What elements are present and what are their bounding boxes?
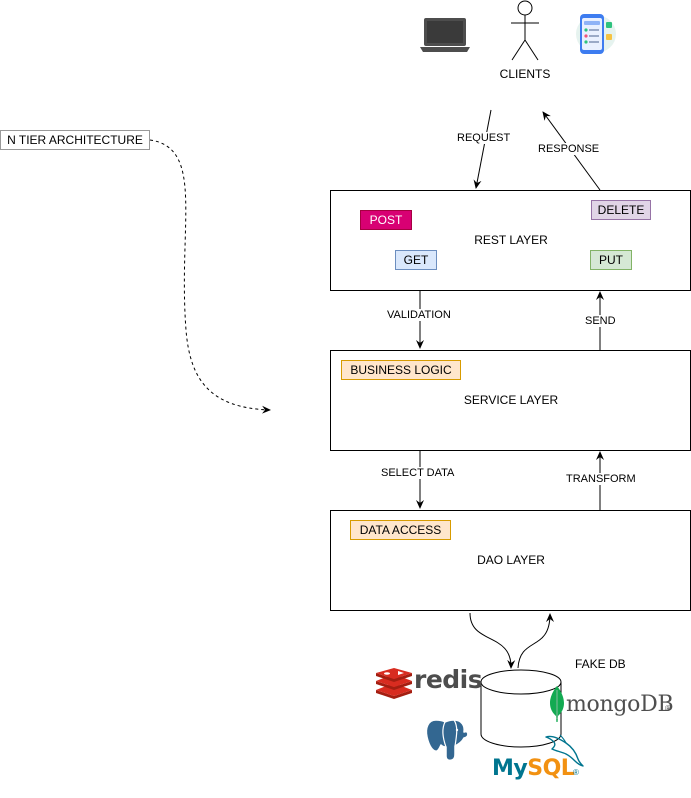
fake-db-label: FAKE DB (575, 657, 626, 671)
get-tag: GET (395, 250, 437, 270)
validation-label: VALIDATION (387, 309, 451, 321)
dao-to-db-arrow (469, 612, 516, 669)
mongodb-leaf-icon (550, 686, 564, 722)
clients-label: CLIENTS (499, 67, 551, 81)
put-tag: PUT (590, 250, 632, 270)
transform-label: TRANSFORM (566, 473, 636, 485)
dao-layer-label: DAO LAYER (477, 553, 545, 567)
business-logic-tag: BUSINESS LOGIC (341, 360, 461, 380)
select-data-label: SELECT DATA (381, 467, 455, 479)
delete-tag: DELETE (591, 200, 651, 220)
title-dashed-arrow (149, 139, 271, 414)
laptop-icon (420, 18, 470, 52)
mongodb-logo-text: mongoDB (566, 692, 674, 717)
stick-figure-user-icon (511, 0, 539, 61)
mysql-logo-text-sql: SQL (527, 756, 575, 781)
send-label: SEND (585, 315, 616, 327)
service-layer-label: SERVICE LAYER (463, 393, 559, 407)
request-label: REQUEST (457, 132, 511, 144)
postgresql-logo (425, 719, 469, 762)
post-tag: POST (360, 210, 412, 230)
redis-logo-text: redis (414, 665, 483, 694)
request-arrow (473, 109, 492, 189)
db-to-dao-arrow (517, 613, 554, 669)
mysql-registered-mark: ® (573, 768, 579, 777)
mobile-app-icon (576, 14, 616, 54)
dao-layer[interactable]: DAO LAYER DATA ACCESS (330, 510, 691, 611)
rest-layer[interactable]: REST LAYER POST DELETE GET PUT (330, 190, 691, 291)
service-layer[interactable]: SERVICE LAYER BUSINESS LOGIC (330, 350, 691, 451)
mysql-logo-text: MySQL (492, 756, 575, 781)
rest-layer-label: REST LAYER (474, 233, 548, 247)
data-access-tag: DATA ACCESS (350, 520, 451, 540)
diagram-title: N TIER ARCHITECTURE (0, 130, 150, 150)
redis-logo (376, 668, 412, 699)
response-label: RESPONSE (538, 143, 600, 155)
mongodb-registered-mark: ® (665, 704, 671, 713)
